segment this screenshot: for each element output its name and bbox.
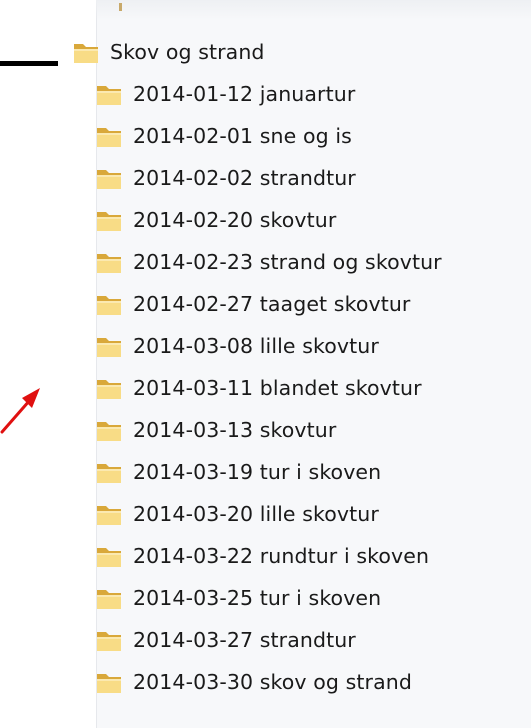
tree-item-folder[interactable]: 2014-03-11 blandet skovtur [95, 368, 422, 408]
tree-item-folder[interactable]: 2014-03-19 tur i skoven [95, 452, 381, 492]
tree-item-label: 2014-02-23 strand og skovtur [133, 250, 442, 274]
folder-icon [97, 589, 121, 609]
folder-icon [97, 127, 121, 147]
folder-icon [97, 421, 121, 441]
tree-item-folder[interactable]: 2014-03-27 strandtur [95, 620, 356, 660]
tree-item-label: Skov og strand [110, 40, 265, 64]
tree-item-folder[interactable]: 2014-03-30 skov og strand [95, 662, 412, 702]
folder-icon [97, 631, 121, 651]
tree-item-label: 2014-03-20 lille skovtur [133, 502, 379, 526]
tree-item-folder[interactable]: 2014-03-13 skovtur [95, 410, 336, 450]
tree-item-label: 2014-03-13 skovtur [133, 418, 337, 442]
folder-icon [74, 43, 98, 63]
pointer-line-annotation [0, 61, 58, 66]
folder-icon [97, 295, 121, 315]
tree-item-label: 2014-03-30 skov og strand [133, 670, 412, 694]
tree-item-folder[interactable]: 2014-03-22 rundtur i skoven [95, 536, 429, 576]
tree-item-label: 2014-03-27 strandtur [133, 628, 356, 652]
tree-item-label: 2014-03-11 blandet skovtur [133, 376, 422, 400]
scroll-remnant [119, 3, 122, 11]
tree-item-folder[interactable]: 2014-03-25 tur i skoven [95, 578, 381, 618]
tree-item-label: 2014-02-20 skovtur [133, 208, 337, 232]
tree-item-skov-og-strand[interactable]: Skov og strand [72, 32, 265, 72]
tree-item-folder[interactable]: 2014-03-20 lille skovtur [95, 494, 379, 534]
tree-item-label: 2014-03-22 rundtur i skoven [133, 544, 430, 568]
tree-item-folder[interactable]: 2014-02-27 taaget skovtur [95, 284, 410, 324]
tree-item-folder[interactable]: 2014-03-08 lille skovtur [95, 326, 379, 366]
folder-icon [97, 253, 121, 273]
tree-item-label: 2014-02-27 taaget skovtur [133, 292, 411, 316]
tree-item-label: 2014-03-25 tur i skoven [133, 586, 382, 610]
folder-icon [97, 169, 121, 189]
red-arrow-annotation [0, 388, 40, 434]
pane-top-edge [96, 0, 531, 20]
folder-icon [97, 547, 121, 567]
folder-icon [97, 85, 121, 105]
folder-icon [97, 505, 121, 525]
folder-icon [97, 463, 121, 483]
tree-item-label: 2014-03-08 lille skovtur [133, 334, 379, 358]
background-area [0, 0, 96, 728]
folder-icon [97, 673, 121, 693]
folder-icon [97, 379, 121, 399]
tree-item-folder[interactable]: 2014-02-20 skovtur [95, 200, 336, 240]
tree-item-label: 2014-01-12 januartur [133, 82, 356, 106]
tree-item-folder[interactable]: 2014-02-01 sne og is [95, 116, 352, 156]
tree-item-label: 2014-02-02 strandtur [133, 166, 356, 190]
tree-item-label: 2014-02-01 sne og is [133, 124, 352, 148]
folder-icon [97, 211, 121, 231]
folder-icon [97, 337, 121, 357]
tree-item-label: 2014-03-19 tur i skoven [133, 460, 382, 484]
tree-item-folder[interactable]: 2014-01-12 januartur [95, 74, 355, 114]
tree-item-folder[interactable]: 2014-02-23 strand og skovtur [95, 242, 442, 282]
tree-item-folder[interactable]: 2014-02-02 strandtur [95, 158, 356, 198]
